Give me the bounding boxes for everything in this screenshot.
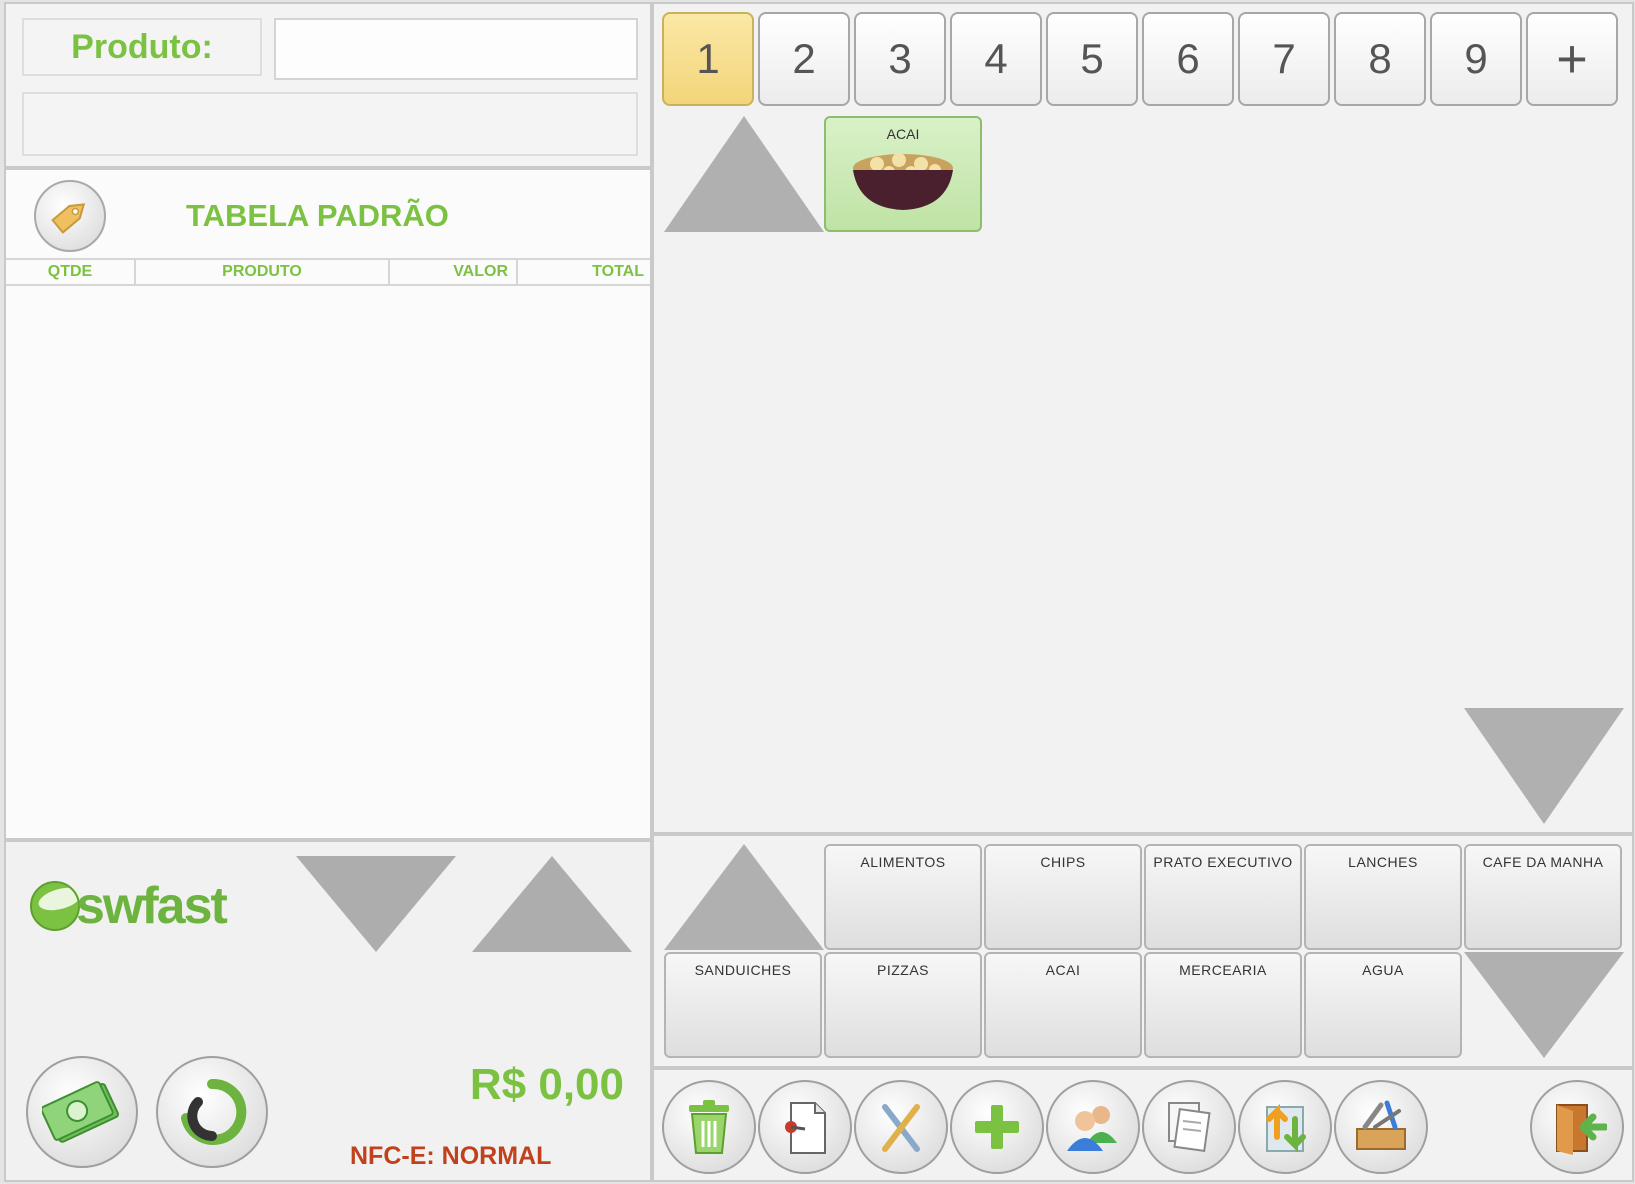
category-mercearia[interactable]: MERCEARIA	[1144, 952, 1302, 1058]
nfce-status: NFC-E: NORMAL	[350, 1142, 552, 1170]
category-alimentos[interactable]: ALIMENTOS	[824, 844, 982, 950]
product-description-field	[22, 92, 638, 156]
add-tab-button[interactable]: +	[1526, 12, 1618, 106]
tab-6[interactable]: 6	[1142, 12, 1234, 106]
transfer-arrows-icon	[1266, 1103, 1306, 1153]
acai-bowl-icon	[853, 153, 953, 210]
price-tag-icon	[51, 203, 86, 234]
product-tile-acai[interactable]: ACAI	[824, 116, 982, 232]
add-button[interactable]	[950, 1080, 1044, 1174]
category-lanches[interactable]: LANCHES	[1304, 844, 1462, 950]
delete-button[interactable]	[662, 1080, 756, 1174]
document-pin-icon	[785, 1102, 826, 1154]
copy-documents-icon	[1168, 1102, 1211, 1153]
category-sanduiches[interactable]: SANDUICHES	[664, 952, 822, 1058]
total-amount: R$ 0,00	[469, 1060, 624, 1109]
action-toolbar	[652, 1068, 1634, 1182]
price-table-title: TABELA PADRÃO	[186, 198, 449, 233]
category-agua[interactable]: AGUA	[1304, 952, 1462, 1058]
product-label: Produto:	[71, 27, 213, 66]
tools-button[interactable]	[1334, 1080, 1428, 1174]
swirl-icon	[181, 1078, 247, 1145]
customers-button[interactable]	[1046, 1080, 1140, 1174]
toolbox-icon	[1356, 1100, 1406, 1150]
tab-9[interactable]: 9	[1430, 12, 1522, 106]
cutlery-icon	[882, 1104, 920, 1152]
tab-8[interactable]: 8	[1334, 12, 1426, 106]
product-label-box: Produto:	[22, 18, 262, 76]
users-icon	[1067, 1106, 1117, 1151]
categories-panel: ALIMENTOS CHIPS PRATO EXECUTIVO LANCHES …	[652, 834, 1634, 1068]
column-header-total: TOTAL	[592, 263, 644, 280]
tab-7[interactable]: 7	[1238, 12, 1330, 106]
product-tile-label: ACAI	[886, 126, 920, 142]
tab-3[interactable]: 3	[854, 12, 946, 106]
price-table-button[interactable]	[34, 180, 106, 252]
swfast-logo: swfast	[26, 876, 228, 936]
products-panel: 1 2 3 4 5 6 7 8 9 + ACAI	[652, 2, 1634, 834]
categories-scroll-down-arrow[interactable]	[1464, 952, 1624, 1058]
swirl-action-button[interactable]	[156, 1056, 268, 1168]
copy-button[interactable]	[1142, 1080, 1236, 1174]
order-table-header: QTDE PRODUTO VALOR TOTAL	[6, 258, 650, 286]
order-scroll-down-arrow[interactable]	[296, 856, 456, 952]
category-acai[interactable]: ACAI	[984, 952, 1142, 1058]
column-header-valor: VALOR	[390, 260, 518, 284]
exit-button[interactable]	[1530, 1080, 1624, 1174]
pos-screen: Produto: TABELA PADRÃO QTDE PRODUTO VALO…	[0, 0, 1635, 1184]
swfast-logo-text: swfast	[76, 877, 228, 935]
order-list-panel: TABELA PADRÃO QTDE PRODUTO VALOR TOTAL	[4, 168, 652, 840]
tab-2[interactable]: 2	[758, 12, 850, 106]
note-button[interactable]	[758, 1080, 852, 1174]
payment-cash-button[interactable]	[26, 1056, 138, 1168]
exit-door-icon	[1556, 1104, 1607, 1155]
cutlery-button[interactable]	[854, 1080, 948, 1174]
category-prato-executivo[interactable]: PRATO EXECUTIVO	[1144, 844, 1302, 950]
category-cafe-da-manha[interactable]: CAFE DA MANHA	[1464, 844, 1622, 950]
page-tabs: 1 2 3 4 5 6 7 8 9 +	[662, 12, 1618, 106]
column-header-produto: PRODUTO	[136, 260, 390, 284]
column-header-qtde: QTDE	[6, 260, 136, 284]
categories-scroll-up-arrow[interactable]	[664, 844, 824, 950]
trash-icon	[689, 1100, 729, 1154]
money-icon	[42, 1081, 120, 1143]
order-scroll-up-arrow[interactable]	[472, 856, 632, 952]
products-scroll-up-arrow[interactable]	[664, 116, 824, 232]
category-pizzas[interactable]: PIZZAS	[824, 952, 982, 1058]
category-chips[interactable]: CHIPS	[984, 844, 1142, 950]
product-search-panel: Produto:	[4, 2, 652, 168]
tab-1[interactable]: 1	[662, 12, 754, 106]
products-scroll-down-arrow[interactable]	[1464, 708, 1624, 824]
totals-panel: swfast R$ 0,00 NFC-E: NORMAL	[4, 840, 652, 1182]
product-search-input[interactable]	[274, 18, 638, 80]
tab-5[interactable]: 5	[1046, 12, 1138, 106]
tab-4[interactable]: 4	[950, 12, 1042, 106]
plus-icon	[975, 1105, 1019, 1149]
transfer-button[interactable]	[1238, 1080, 1332, 1174]
